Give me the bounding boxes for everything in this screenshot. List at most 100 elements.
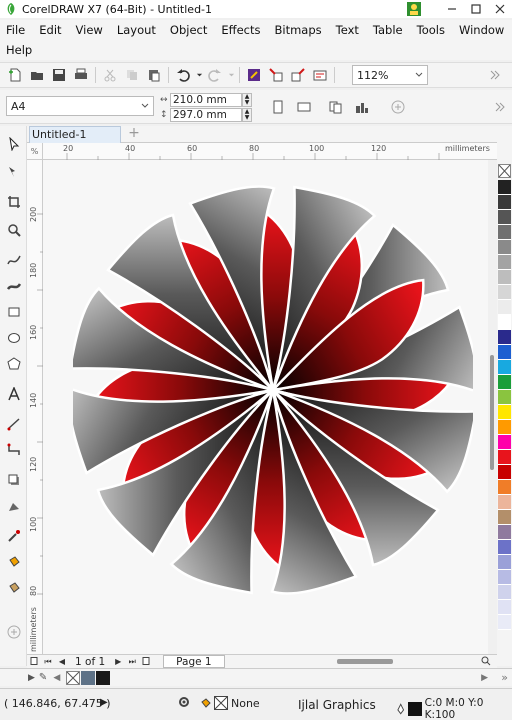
toolbar-overflow-button[interactable] <box>484 65 506 85</box>
menu-window[interactable]: Window <box>459 23 504 37</box>
color-swatch[interactable] <box>498 420 511 435</box>
eyedropper-icon[interactable]: ✎ <box>39 672 47 683</box>
open-button[interactable] <box>26 65 48 85</box>
menu-effects[interactable]: Effects <box>221 23 260 37</box>
copy-button[interactable] <box>121 65 143 85</box>
menu-view[interactable]: View <box>76 23 103 37</box>
vertical-scroll-thumb[interactable] <box>490 355 494 470</box>
color-swatch[interactable] <box>498 615 511 630</box>
zoom-navigator-button[interactable] <box>479 656 493 668</box>
maximize-button[interactable] <box>464 0 488 18</box>
crop-tool[interactable] <box>3 192 25 212</box>
text-tool[interactable] <box>3 384 25 404</box>
undo-button[interactable] <box>172 65 194 85</box>
parallel-dimension-tool[interactable] <box>3 414 25 434</box>
color-swatch[interactable] <box>498 600 511 615</box>
page-height-field[interactable]: 297.0 mm <box>170 107 242 122</box>
chevron-left-icon[interactable]: ◀ <box>53 673 60 683</box>
menu-help[interactable]: Help <box>6 43 32 57</box>
transparency-tool[interactable] <box>3 496 25 516</box>
color-swatch[interactable] <box>498 195 511 210</box>
page-options-button[interactable] <box>27 656 41 667</box>
double-chevron-right-icon[interactable]: » <box>501 671 508 684</box>
export-button[interactable] <box>287 65 309 85</box>
add-preset-button[interactable] <box>388 97 408 117</box>
color-swatch[interactable] <box>498 570 511 585</box>
color-swatch[interactable] <box>498 255 511 270</box>
rectangle-tool[interactable] <box>3 302 25 322</box>
menu-object[interactable]: Object <box>170 23 207 37</box>
cut-button[interactable] <box>99 65 121 85</box>
fill-indicator[interactable]: None <box>200 696 260 710</box>
search-content-button[interactable] <box>243 65 265 85</box>
first-page-button[interactable]: ⏮ <box>41 657 55 667</box>
color-swatch[interactable] <box>498 375 511 390</box>
menu-tools[interactable]: Tools <box>417 23 445 37</box>
color-swatch[interactable] <box>498 405 511 420</box>
color-swatch[interactable] <box>498 270 511 285</box>
pick-tool[interactable] <box>3 134 25 154</box>
print-button[interactable] <box>70 65 92 85</box>
page-size-combo[interactable]: A4 <box>6 96 154 116</box>
shape-tool[interactable] <box>3 162 25 182</box>
freehand-tool[interactable] <box>3 250 25 270</box>
close-button[interactable] <box>488 0 512 18</box>
menu-file[interactable]: File <box>6 23 25 37</box>
zoom-tool[interactable] <box>3 220 25 240</box>
ruler-origin[interactable]: % <box>27 143 43 160</box>
save-button[interactable] <box>48 65 70 85</box>
corel-account-icon[interactable] <box>406 1 422 17</box>
color-swatch[interactable] <box>498 585 511 600</box>
next-page-button[interactable]: ▶ <box>111 657 125 666</box>
horizontal-scroll-thumb[interactable] <box>337 659 393 664</box>
redo-dropdown[interactable] <box>226 65 236 85</box>
page-width-spinner[interactable]: ▲ ▼ <box>242 92 252 107</box>
color-swatch[interactable] <box>498 555 511 570</box>
new-tab-button[interactable]: + <box>125 126 143 142</box>
settings-icon[interactable] <box>178 696 190 711</box>
publish-pdf-button[interactable] <box>309 65 331 85</box>
color-swatch[interactable] <box>498 495 511 510</box>
page-width-field[interactable]: 210.0 mm <box>170 92 242 107</box>
color-swatch[interactable] <box>498 180 511 195</box>
no-color-swatch[interactable] <box>66 670 81 685</box>
artistic-media-tool[interactable] <box>3 276 25 296</box>
color-swatch[interactable] <box>498 345 511 360</box>
redo-button[interactable] <box>204 65 226 85</box>
outline-indicator[interactable]: C:0 M:0 Y:0 K:100 <box>396 697 512 720</box>
interactive-fill-tool[interactable] <box>3 552 25 572</box>
undo-dropdown[interactable] <box>194 65 204 85</box>
menu-layout[interactable]: Layout <box>117 23 156 37</box>
drawing-canvas[interactable] <box>43 160 488 654</box>
color-swatch[interactable] <box>498 330 511 345</box>
play-icon[interactable]: ▶ <box>100 697 108 708</box>
menu-table[interactable]: Table <box>373 23 403 37</box>
smart-fill-tool[interactable] <box>3 578 25 598</box>
chevron-right-icon[interactable]: ▶ <box>481 673 488 683</box>
color-swatch[interactable] <box>498 510 511 525</box>
color-swatch[interactable] <box>96 670 111 685</box>
menu-edit[interactable]: Edit <box>39 23 61 37</box>
color-swatch[interactable] <box>498 240 511 255</box>
last-page-button[interactable]: ⏭ <box>125 657 139 667</box>
paste-button[interactable] <box>143 65 165 85</box>
all-pages-button[interactable] <box>326 97 346 117</box>
previous-page-button[interactable]: ◀ <box>55 657 69 666</box>
zoom-level-combo[interactable]: 112% <box>352 65 428 85</box>
connector-tool[interactable] <box>3 440 25 460</box>
vertical-ruler[interactable]: 200 180 160 140 120 100 80 millimeters <box>27 160 43 654</box>
color-swatch[interactable] <box>498 300 511 315</box>
new-document-button[interactable] <box>4 65 26 85</box>
horizontal-ruler[interactable]: 20 40 60 80 100 120 millimeters <box>43 143 497 160</box>
ellipse-tool[interactable] <box>3 328 25 348</box>
color-swatch[interactable] <box>498 210 511 225</box>
color-eyedropper-tool[interactable] <box>3 526 25 546</box>
portrait-button[interactable] <box>268 97 288 117</box>
current-page-button[interactable] <box>352 97 372 117</box>
color-swatch[interactable] <box>498 435 511 450</box>
spiral-flower-artwork[interactable] <box>73 180 473 600</box>
color-swatch[interactable] <box>498 450 511 465</box>
vertical-scrollbar[interactable] <box>488 160 497 654</box>
menu-text[interactable]: Text <box>336 23 359 37</box>
landscape-button[interactable] <box>294 97 314 117</box>
